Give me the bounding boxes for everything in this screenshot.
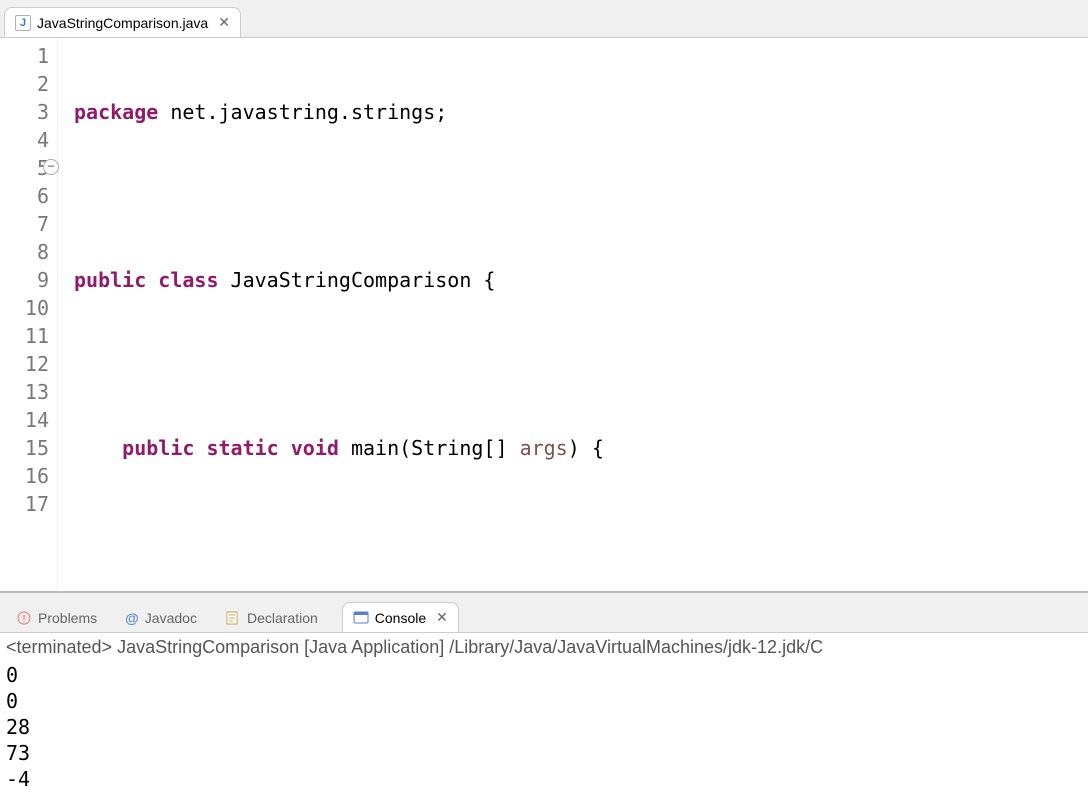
line-number: 7 bbox=[0, 210, 49, 238]
line-number: 17 bbox=[0, 490, 49, 518]
declaration-icon bbox=[225, 610, 241, 626]
console-line: -4 bbox=[6, 766, 1082, 792]
close-icon[interactable]: ✕ bbox=[436, 609, 448, 626]
bottom-tab-bar: ! Problems @ Javadoc Declaration Console… bbox=[0, 593, 1088, 633]
code-area[interactable]: package net.javastring.strings; public c… bbox=[58, 38, 1088, 591]
console-line: 73 bbox=[6, 740, 1082, 766]
line-number: 13 bbox=[0, 378, 49, 406]
line-number: 6 bbox=[0, 182, 49, 210]
code-line: public class JavaStringComparison { bbox=[74, 266, 1088, 294]
code-line: public static void main(String[] args) { bbox=[74, 434, 1088, 462]
line-number: 1 bbox=[0, 42, 49, 70]
bottom-panel: ! Problems @ Javadoc Declaration Console… bbox=[0, 591, 1088, 798]
fold-toggle-icon[interactable]: − bbox=[43, 159, 59, 175]
tab-javadoc[interactable]: @ Javadoc bbox=[121, 604, 201, 632]
line-number: 16 bbox=[0, 462, 49, 490]
line-number: 9 bbox=[0, 266, 49, 294]
console-line: 0 bbox=[6, 688, 1082, 714]
line-number: 8 bbox=[0, 238, 49, 266]
code-line bbox=[74, 182, 1088, 210]
code-line: package net.javastring.strings; bbox=[74, 98, 1088, 126]
code-line bbox=[74, 350, 1088, 378]
console-status: <terminated> JavaStringComparison [Java … bbox=[0, 633, 1088, 662]
line-number: 3 bbox=[0, 98, 49, 126]
svg-text:!: ! bbox=[23, 614, 26, 625]
console-line: 0 bbox=[6, 662, 1082, 688]
code-editor[interactable]: 1 2 3 4 5 − 6 7 8 9 10 11 12 13 14 15 16… bbox=[0, 38, 1088, 591]
line-number: 2 bbox=[0, 70, 49, 98]
tab-console[interactable]: Console ✕ bbox=[342, 602, 459, 632]
line-number: 14 bbox=[0, 406, 49, 434]
editor-tab-label: JavaStringComparison.java bbox=[37, 15, 208, 31]
line-number: 15 bbox=[0, 434, 49, 462]
tab-problems[interactable]: ! Problems bbox=[12, 604, 101, 632]
java-file-icon: J bbox=[15, 15, 31, 31]
editor-tab-active[interactable]: J JavaStringComparison.java ✕ bbox=[4, 7, 241, 37]
console-output[interactable]: 0 0 28 73 -4 bbox=[0, 662, 1088, 798]
line-number: 10 bbox=[0, 294, 49, 322]
line-number: 5 − bbox=[0, 154, 49, 182]
line-number: 12 bbox=[0, 350, 49, 378]
line-number: 4 bbox=[0, 126, 49, 154]
editor-tab-bar: J JavaStringComparison.java ✕ bbox=[0, 0, 1088, 38]
console-icon bbox=[353, 610, 369, 626]
line-number-gutter: 1 2 3 4 5 − 6 7 8 9 10 11 12 13 14 15 16… bbox=[0, 38, 58, 591]
line-number: 11 bbox=[0, 322, 49, 350]
javadoc-icon: @ bbox=[125, 610, 139, 626]
close-icon[interactable]: ✕ bbox=[218, 14, 230, 31]
code-line bbox=[74, 518, 1088, 546]
console-line: 28 bbox=[6, 714, 1082, 740]
problems-icon: ! bbox=[16, 610, 32, 626]
tab-declaration[interactable]: Declaration bbox=[221, 604, 322, 632]
